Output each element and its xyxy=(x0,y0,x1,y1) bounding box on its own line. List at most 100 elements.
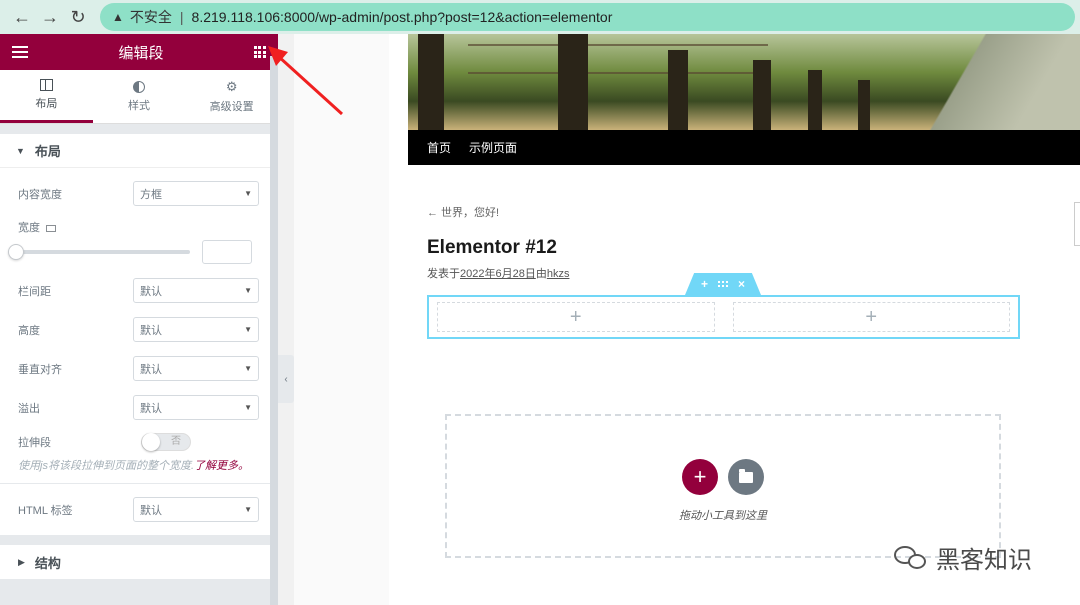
divider xyxy=(0,483,278,484)
panel-header: 编辑段 xyxy=(0,34,278,70)
empty-column[interactable]: + xyxy=(732,302,1010,332)
select-value: 默认 xyxy=(140,285,162,298)
meta-prefix: 发表于 xyxy=(427,268,460,280)
width-slider-row xyxy=(0,240,278,271)
select-value: 默认 xyxy=(140,363,162,376)
stretch-toggle[interactable]: 否 xyxy=(141,433,191,451)
url-text: 8.219.118.106:8000/wp-admin/post.php?pos… xyxy=(191,9,613,25)
width-input[interactable] xyxy=(202,240,252,264)
select-value: 默认 xyxy=(140,402,162,415)
preview-canvas: 首页 示例页面 ← 世界，您好! Elementor #12 发表于2022年6… xyxy=(294,34,1080,605)
tab-style[interactable]: 样式 xyxy=(93,70,186,123)
height-select[interactable]: 默认 ▼ xyxy=(133,317,259,342)
post-title: Elementor #12 xyxy=(427,237,557,258)
post-date-link[interactable]: 2022年6月28日 xyxy=(460,268,536,280)
section-structure-header[interactable]: ▶ 结构 xyxy=(0,545,278,579)
html-tag-select[interactable]: 默认 ▼ xyxy=(133,497,259,522)
toggle-knob xyxy=(142,433,160,451)
layout-icon xyxy=(39,79,53,91)
layout-controls: 内容宽度 方框 ▼ 宽度 栏间距 默认 ▼ 高度 默认 ▼ 垂直对齐 默认 ▼ … xyxy=(0,168,278,535)
control-label: 栏间距 xyxy=(18,285,51,298)
width-slider[interactable] xyxy=(8,244,190,260)
select-value: 默认 xyxy=(140,324,162,337)
wechat-icon xyxy=(894,544,928,572)
panel-tabs: 布局 样式 ⚙ 高级设置 xyxy=(0,70,278,124)
selected-section[interactable]: + + xyxy=(427,295,1020,339)
template-library-button[interactable] xyxy=(728,459,764,495)
watermark-text: 黑客知识 xyxy=(936,547,1032,574)
nav-item-home[interactable]: 首页 xyxy=(427,139,451,156)
gap-select[interactable]: 默认 ▼ xyxy=(133,278,259,303)
back-arrow-icon[interactable]: ← xyxy=(8,3,36,31)
slider-handle[interactable] xyxy=(8,244,24,260)
section-layout-header[interactable]: ▼ 布局 xyxy=(0,134,278,168)
site-nav: 首页 示例页面 xyxy=(408,130,1080,165)
empty-column[interactable]: + xyxy=(437,302,715,332)
panel-scrollbar[interactable] xyxy=(270,56,278,605)
sidebar-widget-edge xyxy=(1074,202,1080,246)
add-section-button[interactable]: + xyxy=(682,459,718,495)
section-handle: + × xyxy=(685,273,761,295)
caret-right-icon: ▶ xyxy=(18,556,25,567)
reload-icon[interactable]: ↻ xyxy=(64,3,92,31)
widget-drop-zone[interactable]: + 拖动小工具到这里 xyxy=(445,414,1001,558)
page-content: 首页 示例页面 ← 世界，您好! Elementor #12 发表于2022年6… xyxy=(389,34,1080,605)
author-link[interactable]: hkzs xyxy=(547,268,570,280)
delete-section-icon[interactable]: × xyxy=(738,277,745,291)
caret-down-icon: ▼ xyxy=(16,145,25,156)
tab-label: 样式 xyxy=(128,99,150,112)
control-label: 内容宽度 xyxy=(18,188,62,201)
dropdown-arrow-icon: ▼ xyxy=(244,364,252,373)
tab-advanced[interactable]: ⚙ 高级设置 xyxy=(185,70,278,123)
help-description: 使用js将该段拉伸到页面的整个宽度. xyxy=(18,460,194,472)
browser-toolbar: ← → ↻ ▲ 不安全 | 8.219.118.106:8000/wp-admi… xyxy=(0,0,1080,34)
valign-select[interactable]: 默认 ▼ xyxy=(133,356,259,381)
post-meta: 发表于2022年6月28日由hkzs xyxy=(427,265,569,281)
section-title: 结构 xyxy=(34,555,61,571)
drag-handle-icon[interactable] xyxy=(718,281,728,287)
header-image xyxy=(408,34,1080,130)
folder-icon xyxy=(739,468,753,483)
overflow-control: 溢出 默认 ▼ xyxy=(0,388,278,427)
content-width-control: 内容宽度 方框 ▼ xyxy=(0,174,278,213)
html-tag-control: HTML 标签 默认 ▼ xyxy=(0,490,278,529)
section-title: 布局 xyxy=(34,144,61,159)
dropdown-arrow-icon: ▼ xyxy=(244,286,252,295)
menu-icon[interactable] xyxy=(12,46,28,58)
dropdown-arrow-icon: ▼ xyxy=(244,505,252,514)
add-section-icon[interactable]: + xyxy=(701,277,708,291)
content-width-select[interactable]: 方框 ▼ xyxy=(133,181,259,206)
overflow-select[interactable]: 默认 ▼ xyxy=(133,395,259,420)
learn-more-link[interactable]: 了解更多。 xyxy=(194,460,249,472)
gear-icon: ⚙ xyxy=(225,78,238,94)
address-separator: | xyxy=(179,9,184,25)
desktop-icon[interactable] xyxy=(46,224,56,232)
control-label: 高度 xyxy=(18,324,40,337)
plus-icon[interactable]: + xyxy=(865,306,877,329)
collapse-panel-button[interactable]: ‹ xyxy=(278,355,294,403)
height-control: 高度 默认 ▼ xyxy=(0,310,278,349)
elementor-panel: 编辑段 布局 样式 ⚙ 高级设置 ▼ 布局 内容宽度 方框 ▼ 宽度 栏间距 默… xyxy=(0,34,278,605)
control-label: HTML 标签 xyxy=(18,504,73,517)
stretch-control: 拉伸段 否 xyxy=(0,427,278,457)
forward-arrow-icon[interactable]: → xyxy=(36,3,64,31)
control-label: 溢出 xyxy=(18,402,40,415)
tab-layout[interactable]: 布局 xyxy=(0,70,93,123)
widgets-grid-icon[interactable] xyxy=(253,46,266,58)
toggle-text: 否 xyxy=(171,436,181,447)
address-bar[interactable]: ▲ 不安全 | 8.219.118.106:8000/wp-admin/post… xyxy=(100,3,1075,31)
warning-icon: ▲ xyxy=(112,10,124,24)
previous-post-link[interactable]: ← 世界，您好! xyxy=(427,204,499,220)
drop-hint: 拖动小工具到这里 xyxy=(679,510,767,522)
select-value: 默认 xyxy=(140,504,162,517)
dropdown-arrow-icon: ▼ xyxy=(244,325,252,334)
watermark: 黑客知识 xyxy=(894,540,1032,575)
nav-item-sample[interactable]: 示例页面 xyxy=(469,139,517,156)
control-label: 拉伸段 xyxy=(18,437,51,449)
panel-title: 编辑段 xyxy=(118,44,164,62)
plus-icon[interactable]: + xyxy=(570,306,582,329)
dropdown-arrow-icon: ▼ xyxy=(244,189,252,198)
contrast-icon xyxy=(133,80,145,93)
help-text: 使用js将该段拉伸到页面的整个宽度.了解更多。 xyxy=(0,457,278,483)
control-label: 垂直对齐 xyxy=(18,363,62,376)
